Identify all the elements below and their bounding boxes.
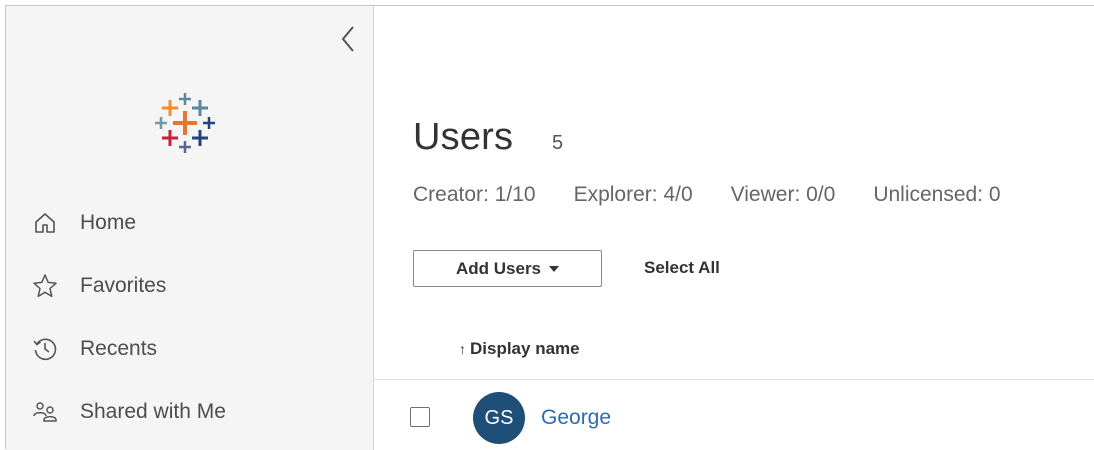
collapse-sidebar-button[interactable] [336, 24, 360, 54]
user-name-link[interactable]: George [541, 406, 611, 430]
license-creator: Creator: 1/10 [413, 183, 536, 206]
sidebar: Home Favorites Recents Shared with Me [6, 6, 374, 450]
app-window: Home Favorites Recents Shared with Me Us… [5, 5, 1094, 450]
sidebar-item-favorites[interactable]: Favorites [32, 268, 352, 304]
license-summary: Creator: 1/10 Explorer: 4/0 Viewer: 0/0 … [413, 183, 1039, 207]
license-explorer: Explorer: 4/0 [573, 183, 693, 206]
select-all-button[interactable]: Select All [644, 258, 720, 278]
caret-down-icon [549, 265, 560, 272]
license-viewer: Viewer: 0/0 [730, 183, 836, 206]
main-content: Users 5 Creator: 1/10 Explorer: 4/0 View… [374, 6, 1094, 450]
license-unlicensed: Unlicensed: 0 [873, 183, 1001, 206]
history-icon [32, 336, 58, 362]
sidebar-item-shared-with-me[interactable]: Shared with Me [32, 394, 352, 430]
home-icon [32, 210, 58, 236]
avatar: GS [473, 392, 525, 444]
user-count-badge: 5 [552, 132, 564, 154]
sidebar-item-label: Favorites [80, 274, 167, 297]
sidebar-item-label: Recents [80, 337, 158, 360]
sort-ascending-icon: ↑ [459, 341, 466, 357]
sidebar-item-home[interactable]: Home [32, 205, 352, 241]
add-users-label: Add Users [455, 258, 542, 278]
shared-users-icon [32, 399, 58, 425]
page-title: Users [413, 116, 514, 158]
add-users-button[interactable]: Add Users [413, 250, 602, 287]
sidebar-item-label: Shared with Me [80, 400, 226, 423]
chevron-left-icon [341, 26, 354, 52]
sidebar-item-label: Home [80, 211, 137, 234]
tableau-logo [150, 88, 220, 158]
sidebar-item-recents[interactable]: Recents [32, 331, 352, 367]
star-icon [32, 273, 58, 299]
table-row: GS George [374, 380, 1094, 450]
column-header-display-name[interactable]: ↑ Display name [459, 339, 580, 359]
column-header-label: Display name [470, 339, 580, 358]
row-checkbox[interactable] [410, 407, 430, 427]
